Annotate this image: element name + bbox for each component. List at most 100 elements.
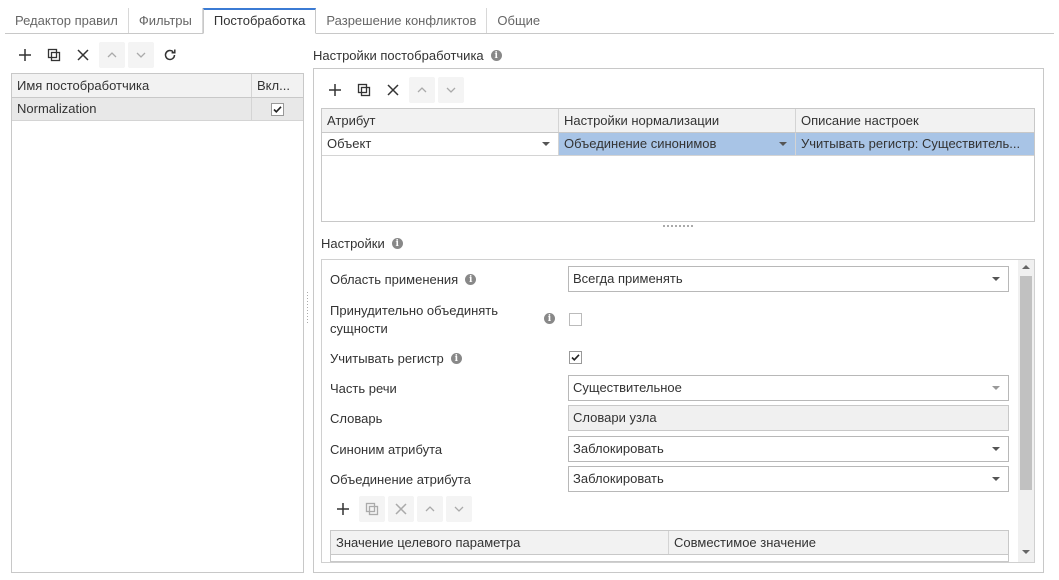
- scroll-down-icon[interactable]: [1022, 550, 1030, 554]
- chevron-up-icon: [425, 506, 435, 512]
- dictionary-field[interactable]: Словари узла: [568, 405, 1009, 431]
- force-merge-checkbox[interactable]: [569, 313, 582, 326]
- move-up-button[interactable]: [99, 42, 125, 68]
- dropdown-arrow-icon: [542, 142, 550, 146]
- chevron-down-icon: [454, 506, 464, 512]
- check-icon: [273, 105, 282, 113]
- tab-divider: [5, 33, 1054, 34]
- close-icon: [387, 84, 399, 96]
- scroll-up-icon[interactable]: [1022, 265, 1030, 269]
- part-of-speech-select[interactable]: Существительное: [568, 375, 1009, 401]
- add-mapping-button[interactable]: [330, 496, 356, 522]
- grid-header: Значение целевого параметра Совместимое …: [331, 531, 1008, 555]
- description-cell[interactable]: Учитывать регистр: Существитель...: [796, 133, 1034, 155]
- column-header-attribute[interactable]: Атрибут: [322, 109, 559, 132]
- column-header-target-value[interactable]: Значение целевого параметра: [331, 531, 669, 554]
- add-button[interactable]: [12, 42, 38, 68]
- tab-bar: Редактор правил Фильтры Постобработка Ра…: [5, 8, 550, 34]
- copy-icon: [365, 502, 379, 516]
- chevron-down-icon: [136, 52, 146, 58]
- left-toolbar: [12, 42, 186, 68]
- attribute-merge-select[interactable]: Заблокировать: [568, 466, 1009, 492]
- copy-icon: [357, 83, 371, 97]
- tab-conflict-resolution[interactable]: Разрешение конфликтов: [316, 8, 488, 34]
- info-icon[interactable]: i: [465, 274, 477, 285]
- part-of-speech-value: Существительное: [573, 380, 682, 395]
- copy-mapping-button[interactable]: [359, 496, 385, 522]
- attribute-value: Объект: [327, 136, 372, 151]
- plus-icon: [19, 49, 31, 61]
- chevron-down-icon: [446, 87, 456, 93]
- move-down-attribute-button[interactable]: [438, 77, 464, 103]
- mapping-grid: Значение целевого параметра Совместимое …: [330, 530, 1009, 562]
- table-row[interactable]: Объект Объединение синонимов Учитывать р…: [322, 133, 1034, 156]
- plus-icon: [337, 503, 349, 515]
- tab-rule-editor[interactable]: Редактор правил: [5, 8, 129, 34]
- postprocessor-settings-title: Настройки постобработчика i: [313, 48, 502, 63]
- vertical-splitter[interactable]: [306, 292, 309, 324]
- move-up-attribute-button[interactable]: [409, 77, 435, 103]
- add-attribute-button[interactable]: [322, 77, 348, 103]
- case-sensitive-label: Учитывать регистр i: [330, 351, 462, 366]
- grid-header: Атрибут Настройки нормализации Описание …: [322, 109, 1034, 133]
- mapping-toolbar: [330, 496, 475, 522]
- attribute-synonym-value: Заблокировать: [573, 441, 664, 456]
- table-row[interactable]: Normalization: [12, 98, 303, 121]
- delete-attribute-button[interactable]: [380, 77, 406, 103]
- enabled-checkbox[interactable]: [271, 102, 284, 116]
- info-icon[interactable]: i: [490, 50, 502, 61]
- dropdown-arrow-icon: [992, 447, 1000, 451]
- delete-button[interactable]: [70, 42, 96, 68]
- right-toolbar: [322, 77, 467, 103]
- scope-label: Область применения i: [330, 272, 477, 287]
- column-header-description[interactable]: Описание настроек: [796, 109, 1034, 132]
- attribute-synonym-select[interactable]: Заблокировать: [568, 436, 1009, 462]
- tab-postprocessing[interactable]: Постобработка: [202, 8, 317, 34]
- attribute-merge-label: Объединение атрибута: [330, 472, 471, 487]
- info-icon[interactable]: i: [450, 353, 462, 364]
- move-down-button[interactable]: [128, 42, 154, 68]
- settings-title-text: Настройки: [321, 236, 385, 251]
- postprocessor-name-cell[interactable]: Normalization: [12, 98, 252, 120]
- column-header-normalization[interactable]: Настройки нормализации: [559, 109, 796, 132]
- normalization-cell[interactable]: Объединение синонимов: [559, 133, 796, 155]
- dropdown-arrow-icon: [992, 386, 1000, 390]
- case-sensitive-label-text: Учитывать регистр: [330, 351, 444, 366]
- plus-icon: [329, 84, 341, 96]
- refresh-icon: [164, 49, 176, 61]
- settings-title: Настройки i: [321, 236, 403, 251]
- section-title-text: Настройки постобработчика: [313, 48, 484, 63]
- refresh-button[interactable]: [157, 42, 183, 68]
- move-down-mapping-button[interactable]: [446, 496, 472, 522]
- case-sensitive-checkbox[interactable]: [569, 351, 582, 364]
- force-merge-label: Принудительно объединять сущности: [330, 303, 499, 336]
- settings-scrollbar[interactable]: [1018, 260, 1034, 562]
- info-icon[interactable]: i: [544, 313, 555, 324]
- close-icon: [395, 503, 407, 515]
- horizontal-splitter[interactable]: [663, 225, 693, 227]
- scope-select-value: Всегда применять: [573, 271, 683, 286]
- copy-button[interactable]: [41, 42, 67, 68]
- part-of-speech-label: Часть речи: [330, 381, 397, 396]
- move-up-mapping-button[interactable]: [417, 496, 443, 522]
- scrollbar-thumb[interactable]: [1020, 276, 1032, 490]
- attribute-cell[interactable]: Объект: [322, 133, 559, 155]
- attribute-merge-value: Заблокировать: [573, 471, 664, 486]
- column-header-name[interactable]: Имя постобработчика: [12, 74, 252, 97]
- tab-filters[interactable]: Фильтры: [129, 8, 203, 34]
- chevron-up-icon: [417, 87, 427, 93]
- scope-label-text: Область применения: [330, 272, 459, 287]
- column-header-compatible-value[interactable]: Совместимое значение: [669, 531, 1008, 554]
- chevron-up-icon: [107, 52, 117, 58]
- dropdown-arrow-icon: [779, 142, 787, 146]
- info-icon[interactable]: i: [391, 238, 403, 249]
- dictionary-label: Словарь: [330, 411, 383, 426]
- copy-attribute-button[interactable]: [351, 77, 377, 103]
- column-header-enabled[interactable]: Вкл...: [252, 74, 303, 97]
- grid-header: Имя постобработчика Вкл...: [12, 74, 303, 98]
- enabled-cell: [252, 98, 303, 120]
- scope-select[interactable]: Всегда применять: [568, 266, 1009, 292]
- dropdown-arrow-icon: [992, 277, 1000, 281]
- delete-mapping-button[interactable]: [388, 496, 414, 522]
- tab-general[interactable]: Общие: [487, 8, 550, 34]
